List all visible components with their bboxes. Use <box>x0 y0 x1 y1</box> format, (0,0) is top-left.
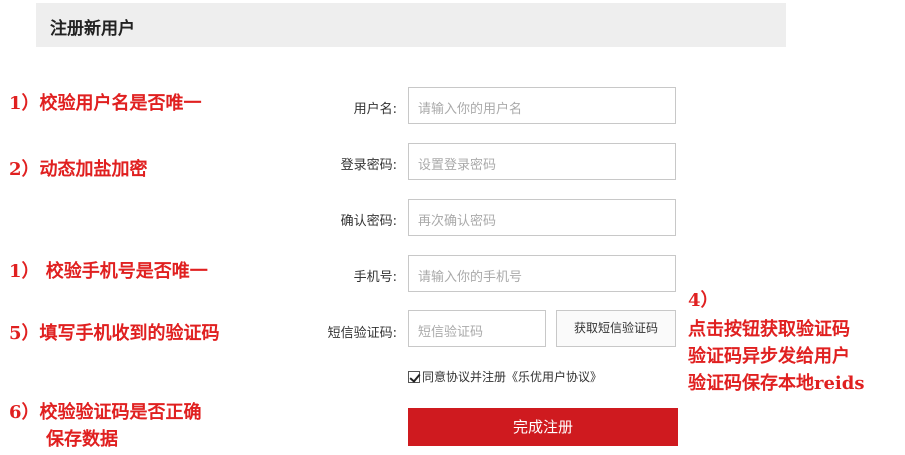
confirm-password-placeholder: 再次确认密码 <box>418 214 497 229</box>
username-label: 用户名: <box>353 102 397 117</box>
phone-placeholder: 请输入你的手机号 <box>418 270 523 285</box>
annotation-verify-save-1: 6）校验验证码是否正确 <box>9 402 202 423</box>
phone-label: 手机号: <box>353 270 397 285</box>
sms-code-label: 短信验证码: <box>327 326 397 341</box>
sms-code-placeholder: 短信验证码 <box>418 325 484 340</box>
agreement-text[interactable]: 同意协议并注册《乐优用户协议》 <box>422 368 602 385</box>
annotation-password-salt: 2）动态加盐加密 <box>9 159 148 180</box>
password-label: 登录密码: <box>340 158 397 173</box>
annotation-sms-code: 5）填写手机收到的验证码 <box>9 323 220 344</box>
annotation-sms-step-1: 4） <box>688 290 719 311</box>
get-sms-code-button[interactable]: 获取短信验证码 <box>556 310 676 347</box>
annotation-phone-unique: 1） 校验手机号是否唯一 <box>9 261 208 282</box>
confirm-password-input[interactable]: 再次确认密码 <box>408 199 676 236</box>
annotation-verify-save-2: 保存数据 <box>46 429 118 450</box>
annotation-sms-step-3: 验证码异步发给用户 <box>688 346 850 367</box>
agreement-row: 同意协议并注册《乐优用户协议》 <box>408 368 602 385</box>
confirm-password-label: 确认密码: <box>340 214 397 229</box>
phone-input[interactable]: 请输入你的手机号 <box>408 255 676 292</box>
annotation-sms-step-4: 验证码保存本地reids <box>688 373 865 394</box>
annotation-username-unique: 1）校验用户名是否唯一 <box>9 93 202 114</box>
page-title: 注册新用户 <box>50 19 135 39</box>
annotation-sms-step-2: 点击按钮获取验证码 <box>688 319 850 340</box>
password-input[interactable]: 设置登录密码 <box>408 143 676 180</box>
username-placeholder: 请输入你的用户名 <box>418 102 523 117</box>
sms-code-input[interactable]: 短信验证码 <box>408 310 546 347</box>
password-placeholder: 设置登录密码 <box>418 158 497 173</box>
agreement-checkbox[interactable] <box>408 370 420 383</box>
page-header: 注册新用户 <box>36 3 786 47</box>
submit-register-button[interactable]: 完成注册 <box>408 408 678 446</box>
username-input[interactable]: 请输入你的用户名 <box>408 87 676 124</box>
